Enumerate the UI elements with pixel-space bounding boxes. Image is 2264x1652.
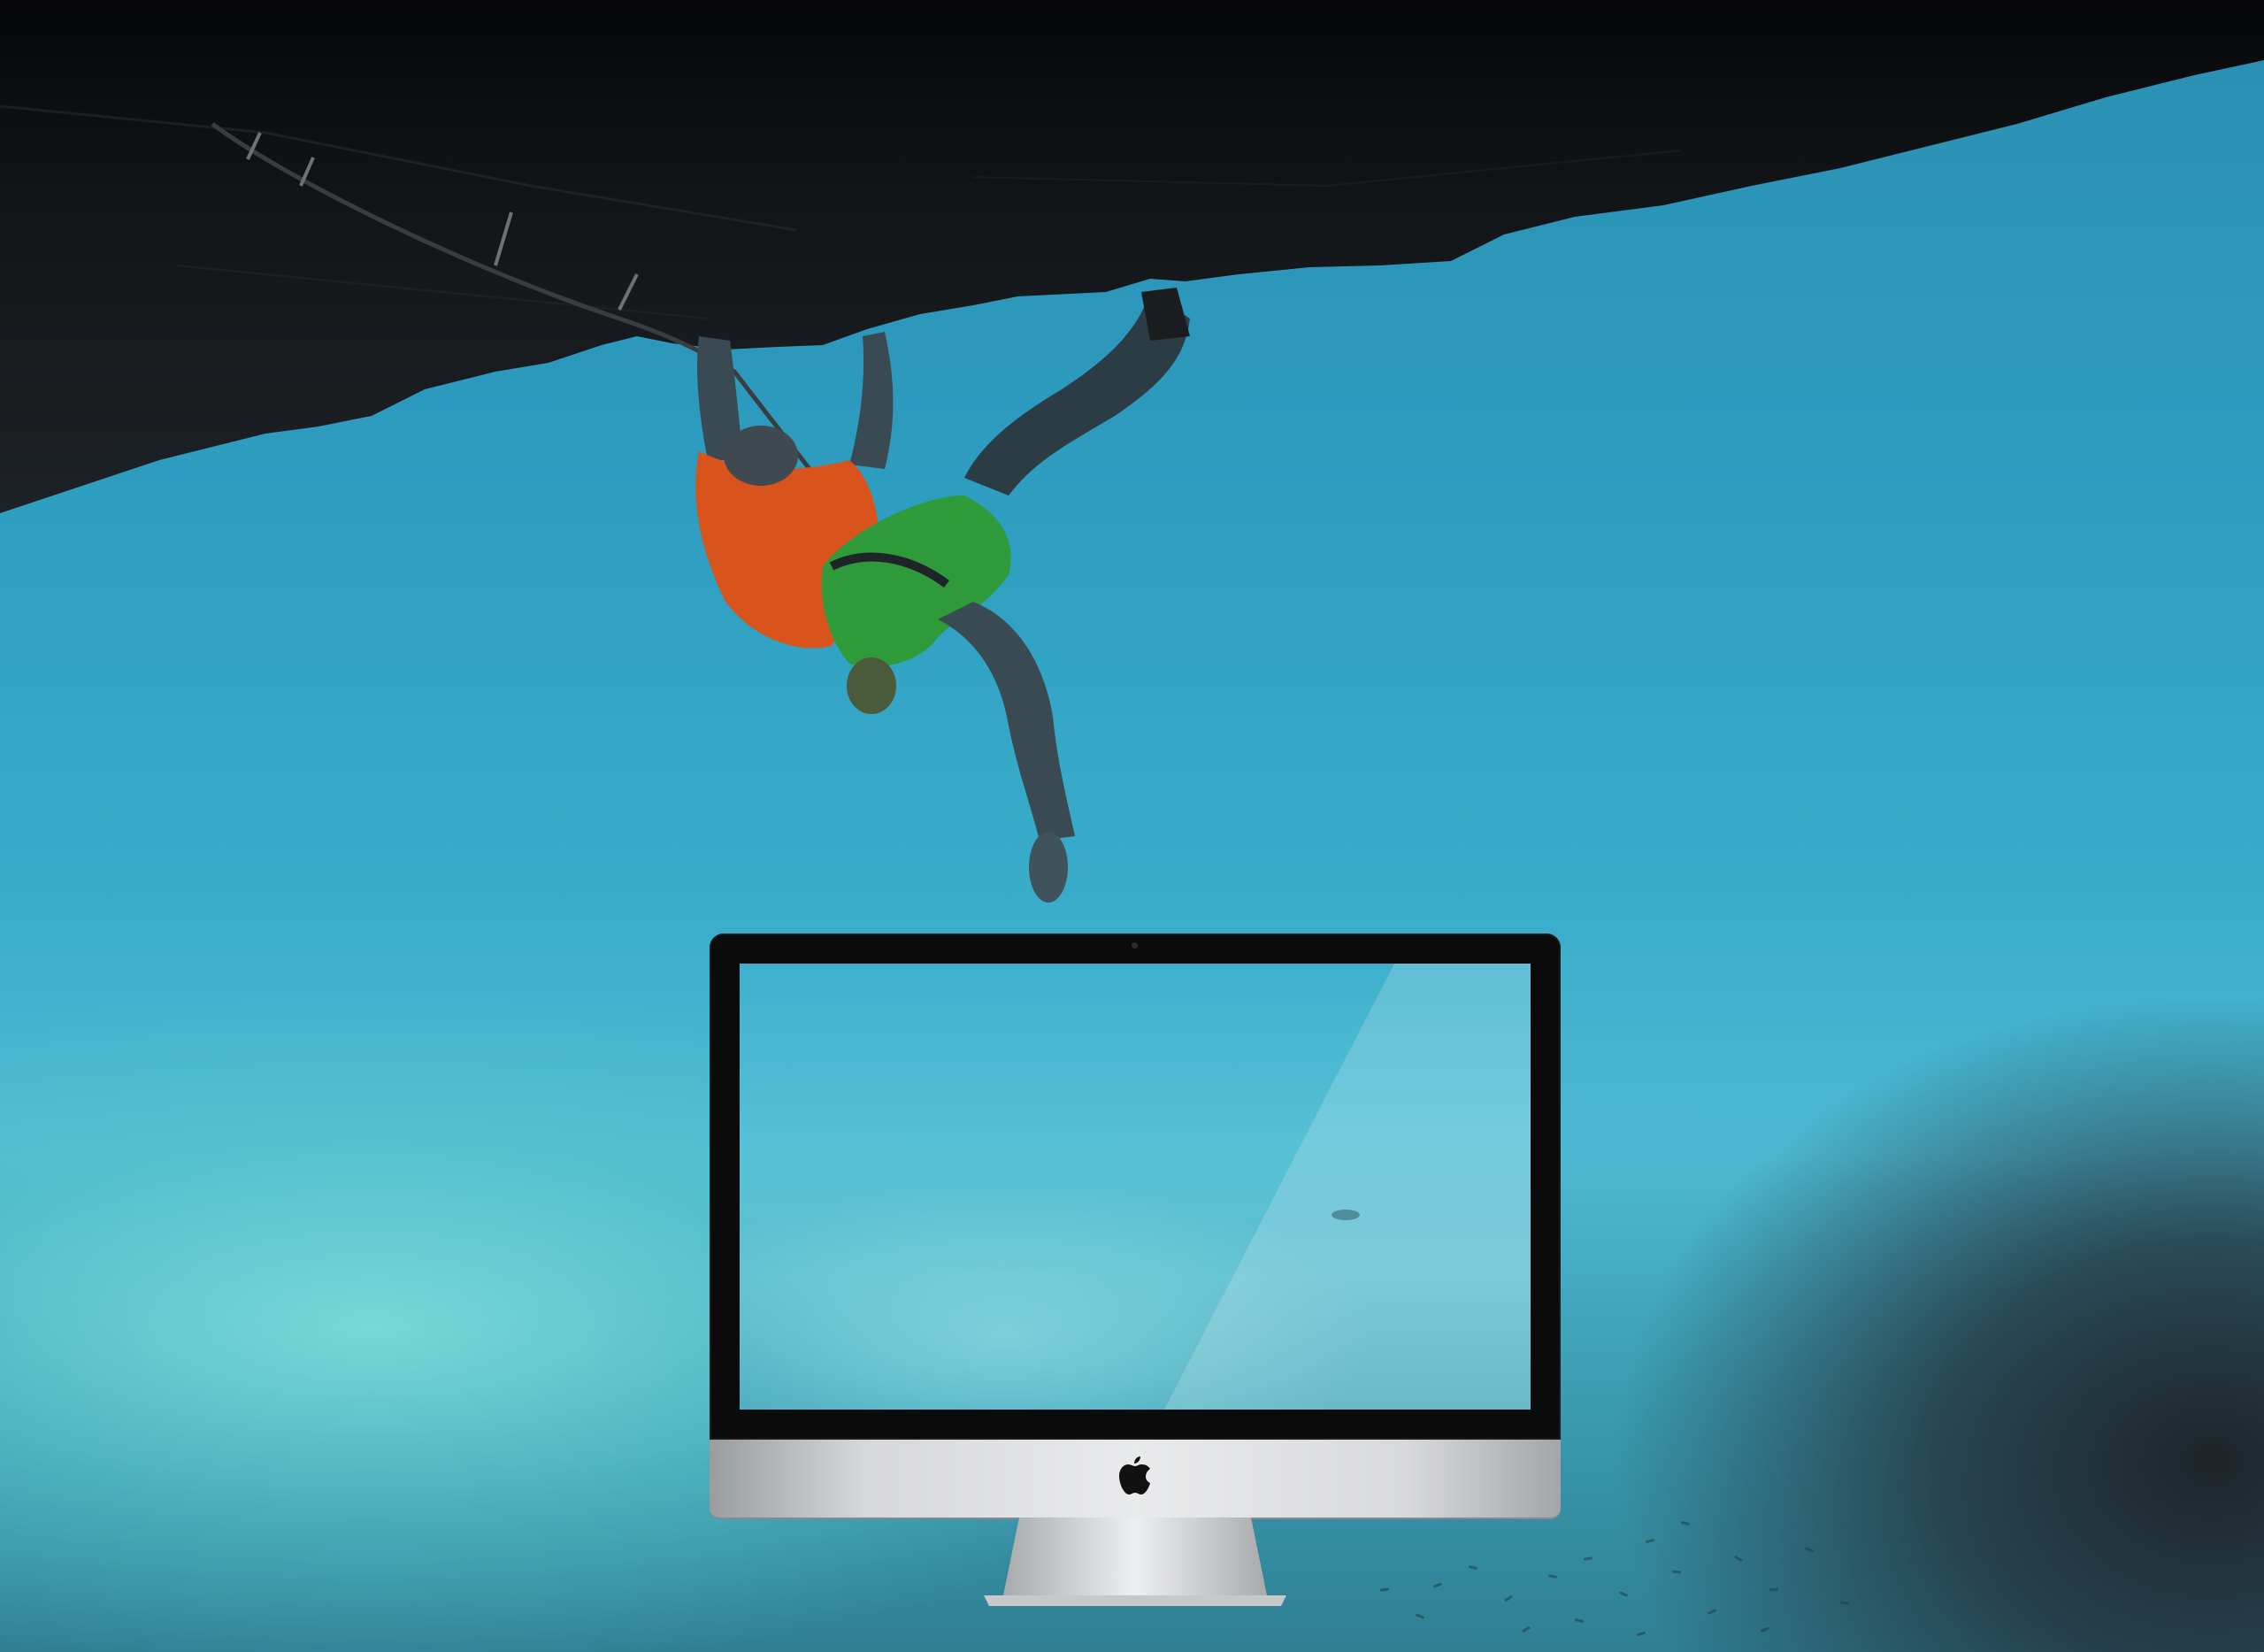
apple-logo-icon xyxy=(1119,1456,1150,1494)
background-scene xyxy=(0,0,2264,1652)
climber xyxy=(211,121,1190,903)
imac-stand xyxy=(984,1518,1286,1606)
imac-bezel xyxy=(710,934,1561,1440)
screen-glare xyxy=(1164,964,1531,1410)
imac-screen xyxy=(740,964,1531,1410)
imac-display xyxy=(710,934,1561,1608)
camera-dot xyxy=(1132,942,1138,949)
imac-chin xyxy=(710,1440,1561,1519)
